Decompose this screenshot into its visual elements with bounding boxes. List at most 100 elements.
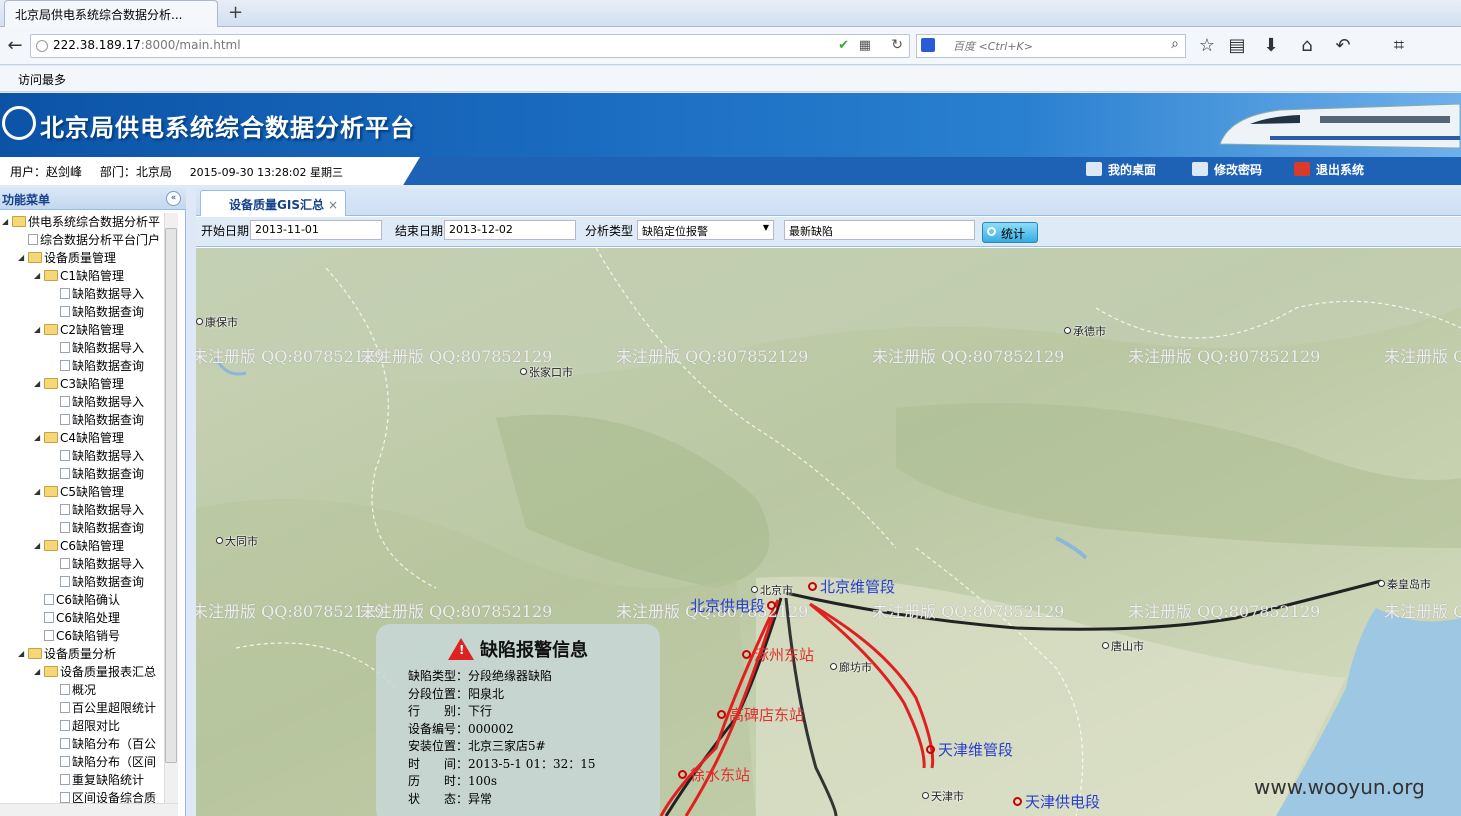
tree-node[interactable]: 区间设备综合质 <box>0 789 164 803</box>
download-icon[interactable]: ⬇ <box>1260 35 1282 57</box>
tree-node[interactable]: ◢ 设备质量分析 <box>0 645 164 663</box>
tree-node[interactable]: ◢ C5缺陷管理 <box>0 483 164 501</box>
tree-node[interactable]: 超限对比 <box>0 717 164 735</box>
new-tab-button[interactable]: + <box>228 2 243 23</box>
station-marker[interactable]: 北京维管段 <box>808 576 895 597</box>
tree-node[interactable]: 概况 <box>0 681 164 699</box>
file-icon <box>60 360 70 371</box>
station-marker[interactable]: 高碑店东站 <box>717 704 804 725</box>
folder-icon <box>44 666 58 677</box>
gis-map[interactable]: 康保市 承德市 张家口市 大同市 北京市 秦皇岛市 唐山市 廊坊市 天津市 未注… <box>196 248 1461 816</box>
tree-node[interactable]: 缺陷数据导入 <box>0 393 164 411</box>
city-label: 廊坊市 <box>830 659 872 675</box>
tree-node[interactable]: 缺陷分布（区间 <box>0 753 164 771</box>
tree-node[interactable]: 缺陷数据导入 <box>0 501 164 519</box>
expand-arrow-icon[interactable]: ◢ <box>34 321 44 339</box>
alert-row: 状 态：异常 <box>408 791 493 806</box>
tree-node[interactable]: 缺陷数据查询 <box>0 303 164 321</box>
expand-arrow-icon[interactable]: ◢ <box>34 429 44 447</box>
tree-node-label: 缺陷数据查询 <box>72 467 145 481</box>
reload-icon[interactable]: ↻ <box>891 37 903 53</box>
station-marker[interactable]: 天津维管段 <box>926 739 1013 760</box>
station-marker[interactable]: 北京供电段 <box>690 595 779 616</box>
tree-node[interactable]: 缺陷数据导入 <box>0 339 164 357</box>
tree-node[interactable]: ◢ C2缺陷管理 <box>0 321 164 339</box>
change-password-button[interactable]: 修改密码 <box>1192 161 1262 178</box>
expand-arrow-icon[interactable]: ◢ <box>18 645 28 663</box>
tree-node-label: 重复缺陷统计 <box>72 773 145 787</box>
folder-icon <box>44 324 58 335</box>
warning-icon: ! <box>448 638 474 660</box>
end-date-input[interactable]: 2013-12-02 <box>444 220 576 240</box>
crop-icon[interactable]: ⌗ <box>1388 35 1410 57</box>
station-marker[interactable]: 徐水东站 <box>678 764 750 785</box>
tree-node[interactable]: ◢ 设备质量报表汇总 <box>0 663 164 681</box>
expand-arrow-icon[interactable]: ◢ <box>34 267 44 285</box>
qrcode-icon[interactable]: ▦ <box>859 38 871 53</box>
search-icon[interactable]: ⌕ <box>1171 36 1179 52</box>
tree-node[interactable]: C6缺陷销号 <box>0 627 164 645</box>
undo-icon[interactable]: ↶ <box>1332 35 1354 57</box>
expand-arrow-icon[interactable]: ◢ <box>34 537 44 555</box>
collapse-icon[interactable]: « <box>166 191 181 206</box>
analysis-type-select[interactable]: 缺陷定位报警 ▼ <box>637 220 774 240</box>
expand-arrow-icon[interactable]: ◢ <box>34 483 44 501</box>
home-icon[interactable]: ⌂ <box>1296 35 1318 57</box>
sidebar-hscrollbar[interactable] <box>0 803 178 816</box>
tree-node[interactable]: 缺陷数据查询 <box>0 519 164 537</box>
tree-node-label: 缺陷数据查询 <box>72 575 145 589</box>
tree-node[interactable]: 缺陷数据导入 <box>0 285 164 303</box>
pin-icon <box>767 601 777 610</box>
logout-button[interactable]: 退出系统 <box>1294 161 1364 178</box>
stat-label: 统计 <box>1001 227 1026 241</box>
tree-node[interactable]: 缺陷分布（百公 <box>0 735 164 753</box>
browser-tab[interactable]: 北京局供电系统综合数据分析... <box>4 0 218 27</box>
tree-node-label: 缺陷数据导入 <box>72 287 145 301</box>
watermark: 未注册版 QQ:807852129 <box>1384 347 1461 366</box>
tree-node[interactable]: 缺陷数据导入 <box>0 447 164 465</box>
tree-node[interactable]: 缺陷数据查询 <box>0 465 164 483</box>
tree-node[interactable]: 缺陷数据导入 <box>0 555 164 573</box>
tree-node[interactable]: ◢ C4缺陷管理 <box>0 429 164 447</box>
tree-node[interactable]: 缺陷数据查询 <box>0 357 164 375</box>
tree-node[interactable]: ◢ C1缺陷管理 <box>0 267 164 285</box>
folder-icon <box>44 378 58 389</box>
my-desktop-button[interactable]: 我的桌面 <box>1086 161 1156 178</box>
search-input[interactable]: 百度 <Ctrl+K> ⌕ <box>916 34 1186 58</box>
address-bar[interactable]: 222.38.189.17:8000/main.html ✔ ▦ ↻ <box>30 34 910 58</box>
station-marker[interactable]: 涿州东站 <box>742 644 814 665</box>
start-date-input[interactable]: 2013-11-01 <box>250 220 382 240</box>
tree-node[interactable]: 百公里超限统计 <box>0 699 164 717</box>
scrollbar-thumb[interactable] <box>165 228 177 763</box>
tree-node[interactable]: C6缺陷处理 <box>0 609 164 627</box>
reading-list-icon[interactable]: ▤ <box>1226 35 1248 57</box>
expand-arrow-icon[interactable]: ◢ <box>2 213 12 231</box>
stat-button[interactable]: 统计 <box>982 222 1038 243</box>
back-icon[interactable]: ← <box>4 35 26 57</box>
tree-node[interactable]: 缺陷数据查询 <box>0 573 164 591</box>
tree-node[interactable]: C6缺陷确认 <box>0 591 164 609</box>
station-marker[interactable]: 天津供电段 <box>1013 791 1100 812</box>
tree-node[interactable]: ◢ 设备质量管理 <box>0 249 164 267</box>
tree-node[interactable]: 重复缺陷统计 <box>0 771 164 789</box>
bookmark-most-visited[interactable]: 访问最多 <box>18 73 66 87</box>
city-label: 秦皇岛市 <box>1378 576 1431 592</box>
tree-node[interactable]: ◢ 供电系统综合数据分析平 <box>0 213 164 231</box>
expand-arrow-icon[interactable]: ◢ <box>18 249 28 267</box>
latest-defect-input[interactable]: 最新缺陷 <box>784 220 975 240</box>
user-panel: 用户：赵剑峰 部门：北京局 2015-09-30 13:28:02 星期三 <box>0 157 420 185</box>
expand-arrow-icon[interactable]: ◢ <box>34 663 44 681</box>
close-icon[interactable]: × <box>328 198 338 212</box>
tree-node[interactable]: ◢ C3缺陷管理 <box>0 375 164 393</box>
user-name: 用户：赵剑峰 <box>10 165 83 179</box>
expand-arrow-icon[interactable]: ◢ <box>34 375 44 393</box>
tab-gis-summary[interactable]: 设备质量GIS汇总 × <box>200 190 346 216</box>
tree-node[interactable]: 缺陷数据查询 <box>0 411 164 429</box>
file-icon <box>44 594 54 605</box>
tree-node[interactable]: ◢ C6缺陷管理 <box>0 537 164 555</box>
tree-node-label: C5缺陷管理 <box>60 485 125 499</box>
watermark: 未注册版 QQ:807852129 <box>872 347 1065 366</box>
star-icon[interactable]: ☆ <box>1196 35 1218 57</box>
tree-node[interactable]: 综合数据分析平台门户 <box>0 231 164 249</box>
watermark: 未注册版 QQ:807852129 <box>616 347 809 366</box>
